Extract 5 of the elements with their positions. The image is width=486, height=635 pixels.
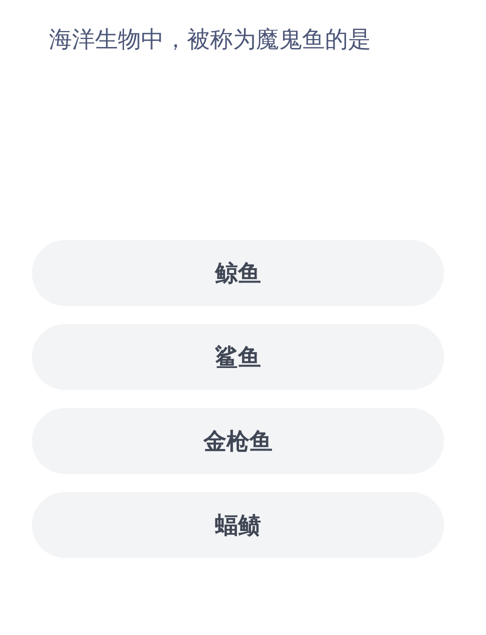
question-text: 海洋生物中，被称为魔鬼鱼的是 — [49, 26, 372, 55]
answer-option[interactable]: 鲨鱼 — [32, 324, 444, 390]
answer-option[interactable]: 金枪鱼 — [32, 408, 444, 474]
answer-option[interactable]: 蝠鲼 — [32, 492, 444, 558]
answer-option[interactable]: 鲸鱼 — [32, 240, 444, 306]
